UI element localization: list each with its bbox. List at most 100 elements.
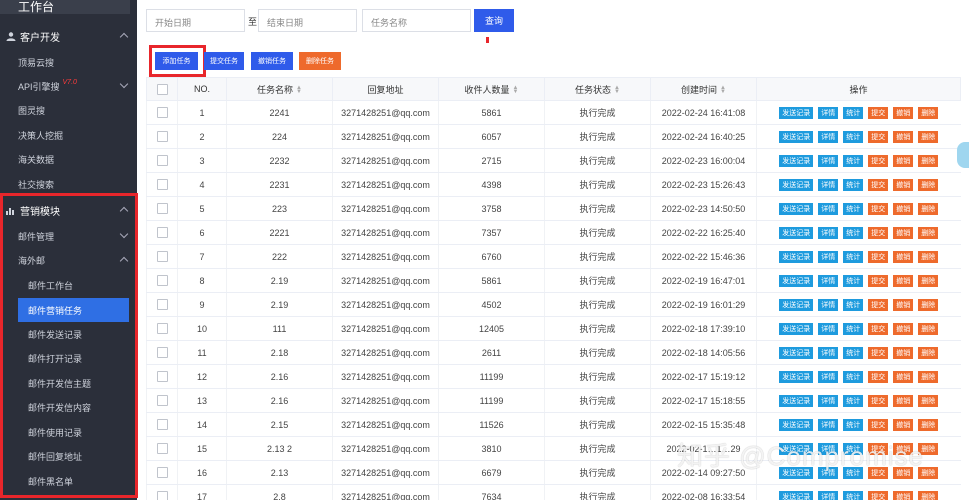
detail-button[interactable]: 详情 bbox=[818, 106, 839, 119]
detail-button[interactable]: 详情 bbox=[818, 274, 839, 287]
stats-button[interactable]: 统计 bbox=[843, 370, 864, 383]
submit-button[interactable]: 提交 bbox=[868, 490, 889, 500]
checkbox[interactable] bbox=[156, 155, 168, 167]
row-select[interactable] bbox=[146, 484, 178, 500]
revoke-button[interactable]: 撤销 bbox=[893, 154, 914, 167]
send-log-button[interactable]: 发送记录 bbox=[779, 442, 814, 455]
detail-button[interactable]: 详情 bbox=[818, 490, 839, 500]
row-select[interactable] bbox=[146, 148, 178, 173]
revoke-button[interactable]: 撤销 bbox=[893, 442, 914, 455]
sidebar-item-api-search[interactable]: API引擎搜 V7.0 bbox=[0, 74, 137, 98]
sidebar-item-decision-maker[interactable]: 决策人挖掘 bbox=[0, 123, 137, 147]
delete-button[interactable]: 删除 bbox=[918, 346, 939, 359]
row-select[interactable] bbox=[146, 388, 178, 413]
send-log-button[interactable]: 发送记录 bbox=[779, 178, 814, 191]
header-created-time[interactable]: 创建时间 ▲ ▼ bbox=[650, 77, 757, 101]
header-task-name[interactable]: 任务名称 ▲ ▼ bbox=[226, 77, 333, 101]
submit-button[interactable]: 提交 bbox=[868, 178, 889, 191]
delete-button[interactable]: 删除 bbox=[918, 202, 939, 215]
sidebar-section-customer-dev[interactable]: 客户开发 bbox=[0, 24, 137, 48]
submit-task-button[interactable]: 提交任务 bbox=[204, 52, 244, 70]
revoke-button[interactable]: 撤销 bbox=[893, 130, 914, 143]
detail-button[interactable]: 详情 bbox=[818, 250, 839, 263]
send-log-button[interactable]: 发送记录 bbox=[779, 106, 814, 119]
checkbox[interactable] bbox=[156, 443, 168, 455]
detail-button[interactable]: 详情 bbox=[818, 178, 839, 191]
revoke-button[interactable]: 撤销 bbox=[893, 418, 914, 431]
revoke-button[interactable]: 撤销 bbox=[893, 394, 914, 407]
revoke-button[interactable]: 撤销 bbox=[893, 466, 914, 479]
header-recipient-count[interactable]: 收件人数量 ▲ ▼ bbox=[438, 77, 545, 101]
end-date-input[interactable]: 结束日期 bbox=[258, 9, 357, 32]
delete-button[interactable]: 删除 bbox=[918, 322, 939, 335]
stats-button[interactable]: 统计 bbox=[843, 442, 864, 455]
revoke-button[interactable]: 撤销 bbox=[893, 274, 914, 287]
row-select[interactable] bbox=[146, 172, 178, 197]
detail-button[interactable]: 详情 bbox=[818, 298, 839, 311]
detail-button[interactable]: 详情 bbox=[818, 202, 839, 215]
submit-button[interactable]: 提交 bbox=[868, 466, 889, 479]
side-panel-tab[interactable] bbox=[957, 142, 969, 168]
detail-button[interactable]: 详情 bbox=[818, 322, 839, 335]
stats-button[interactable]: 统计 bbox=[843, 226, 864, 239]
send-log-button[interactable]: 发送记录 bbox=[779, 226, 814, 239]
delete-button[interactable]: 删除 bbox=[918, 370, 939, 383]
detail-button[interactable]: 详情 bbox=[818, 370, 839, 383]
stats-button[interactable]: 统计 bbox=[843, 346, 864, 359]
checkbox[interactable] bbox=[156, 371, 168, 383]
revoke-button[interactable]: 撤销 bbox=[893, 106, 914, 119]
row-select[interactable] bbox=[146, 412, 178, 437]
delete-button[interactable]: 删除 bbox=[918, 178, 939, 191]
revoke-button[interactable]: 撤销 bbox=[893, 226, 914, 239]
stats-button[interactable]: 统计 bbox=[843, 466, 864, 479]
stats-button[interactable]: 统计 bbox=[843, 490, 864, 500]
checkbox[interactable] bbox=[156, 107, 168, 119]
revoke-button[interactable]: 撤销 bbox=[893, 298, 914, 311]
sort-icon[interactable]: ▲ ▼ bbox=[296, 85, 302, 95]
delete-button[interactable]: 删除 bbox=[918, 418, 939, 431]
delete-button[interactable]: 删除 bbox=[918, 250, 939, 263]
send-log-button[interactable]: 发送记录 bbox=[779, 370, 814, 383]
delete-button[interactable]: 删除 bbox=[918, 106, 939, 119]
stats-button[interactable]: 统计 bbox=[843, 418, 864, 431]
detail-button[interactable]: 详情 bbox=[818, 466, 839, 479]
checkbox[interactable] bbox=[156, 467, 168, 479]
checkbox[interactable] bbox=[156, 131, 168, 143]
row-select[interactable] bbox=[146, 436, 178, 461]
send-log-button[interactable]: 发送记录 bbox=[779, 154, 814, 167]
send-log-button[interactable]: 发送记录 bbox=[779, 346, 814, 359]
checkbox[interactable] bbox=[156, 83, 168, 95]
send-log-button[interactable]: 发送记录 bbox=[779, 250, 814, 263]
row-select[interactable] bbox=[146, 292, 178, 317]
delete-button[interactable]: 删除 bbox=[918, 298, 939, 311]
revoke-button[interactable]: 撤销 bbox=[893, 250, 914, 263]
detail-button[interactable]: 详情 bbox=[818, 442, 839, 455]
stats-button[interactable]: 统计 bbox=[843, 394, 864, 407]
delete-button[interactable]: 删除 bbox=[918, 466, 939, 479]
row-select[interactable] bbox=[146, 244, 178, 269]
stats-button[interactable]: 统计 bbox=[843, 130, 864, 143]
submit-button[interactable]: 提交 bbox=[868, 154, 889, 167]
delete-button[interactable]: 删除 bbox=[918, 394, 939, 407]
checkbox[interactable] bbox=[156, 491, 168, 500]
header-select-all[interactable] bbox=[146, 77, 178, 101]
sort-icon[interactable]: ▲ ▼ bbox=[614, 85, 620, 95]
query-button[interactable]: 查询 bbox=[474, 9, 514, 32]
revoke-button[interactable]: 撤销 bbox=[893, 346, 914, 359]
submit-button[interactable]: 提交 bbox=[868, 274, 889, 287]
send-log-button[interactable]: 发送记录 bbox=[779, 202, 814, 215]
submit-button[interactable]: 提交 bbox=[868, 130, 889, 143]
checkbox[interactable] bbox=[156, 203, 168, 215]
revoke-button[interactable]: 撤销 bbox=[893, 490, 914, 500]
send-log-button[interactable]: 发送记录 bbox=[779, 490, 814, 500]
checkbox[interactable] bbox=[156, 251, 168, 263]
revoke-button[interactable]: 撤销 bbox=[893, 370, 914, 383]
stats-button[interactable]: 统计 bbox=[843, 106, 864, 119]
submit-button[interactable]: 提交 bbox=[868, 418, 889, 431]
submit-button[interactable]: 提交 bbox=[868, 250, 889, 263]
sidebar-item-customs-data[interactable]: 海关数据 bbox=[0, 147, 137, 171]
send-log-button[interactable]: 发送记录 bbox=[779, 394, 814, 407]
send-log-button[interactable]: 发送记录 bbox=[779, 322, 814, 335]
detail-button[interactable]: 详情 bbox=[818, 226, 839, 239]
row-select[interactable] bbox=[146, 316, 178, 341]
